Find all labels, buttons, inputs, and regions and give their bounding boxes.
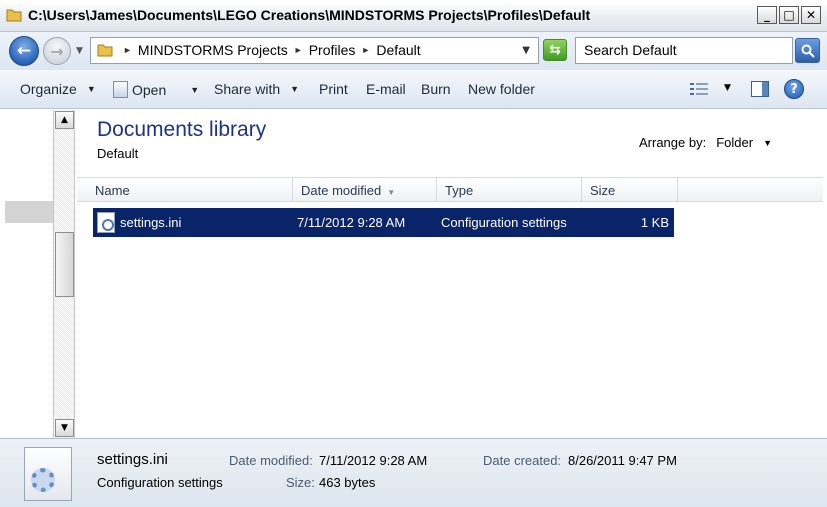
details-date-created-label: Date created: (483, 453, 562, 468)
settings-file-icon (24, 447, 72, 501)
organize-label: Organize (20, 81, 77, 97)
column-type-label: Type (445, 183, 474, 198)
details-size-label: Size: (286, 475, 315, 490)
details-date-modified-label: Date modified: (229, 453, 313, 468)
column-name[interactable]: Name (87, 178, 293, 202)
column-date-label: Date modified (301, 183, 382, 198)
breadcrumb-item[interactable]: Profiles (309, 42, 356, 58)
chevron-down-icon[interactable]: ▼ (763, 138, 772, 148)
arrange-by: Arrange by: Folder ▼ (639, 135, 772, 150)
details-file-type: Configuration settings (97, 475, 223, 490)
minimize-button[interactable]: _ (757, 6, 777, 24)
library-subtitle: Default (97, 146, 139, 161)
window-title: C:\Users\James\Documents\LEGO Creations\… (28, 7, 591, 23)
breadcrumb-item[interactable]: Default (376, 42, 420, 58)
refresh-icon: ⇆ (549, 42, 561, 58)
burn-button[interactable]: Burn (421, 81, 451, 97)
chevron-right-icon[interactable]: ► (294, 45, 303, 55)
scroll-down-button[interactable]: ▼ (55, 419, 74, 437)
folder-icon (97, 44, 113, 57)
folder-icon (6, 9, 22, 22)
scrollbar-thumb[interactable] (55, 232, 74, 297)
chevron-right-icon[interactable]: ► (361, 45, 370, 55)
file-size: 1 KB (640, 215, 669, 230)
arrow-up-icon: ▲ (61, 115, 68, 125)
details-file-name: settings.ini (97, 451, 168, 468)
search-icon (801, 44, 815, 58)
share-with-label: Share with (214, 81, 281, 97)
file-list-pane: Documents library Default Arrange by: Fo… (76, 110, 827, 438)
close-button[interactable]: ✕ (801, 6, 821, 24)
search-box[interactable] (575, 37, 793, 64)
document-icon (113, 81, 128, 98)
gear-icon (31, 468, 55, 492)
new-folder-button[interactable]: New folder (468, 81, 535, 97)
arrow-down-icon: ▼ (61, 423, 68, 433)
sort-arrow-icon: ▼ (387, 188, 396, 197)
nav-scrollbar[interactable]: ▲ ▼ (53, 110, 75, 438)
nav-selected-item[interactable] (5, 201, 53, 223)
address-bar[interactable]: ► MINDSTORMS Projects ► Profiles ► Defau… (90, 37, 539, 64)
column-header: Name Date modified ▼ Type Size (77, 177, 823, 202)
file-type: Configuration settings (441, 215, 567, 230)
window-controls: _ □ ✕ (757, 6, 821, 24)
share-with-menu[interactable]: Share with ▼ (214, 81, 299, 97)
details-pane: settings.ini Configuration settings Date… (0, 438, 827, 507)
column-name-label: Name (95, 183, 130, 198)
forward-button[interactable]: → (43, 37, 71, 65)
details-date-modified: 7/11/2012 9:28 AM (319, 453, 428, 468)
chevron-down-icon[interactable]: ▼ (190, 85, 199, 95)
column-type[interactable]: Type (437, 178, 582, 202)
help-icon[interactable]: ? (784, 79, 804, 99)
settings-file-icon (97, 212, 115, 233)
open-button[interactable]: Open ▼ (113, 81, 199, 98)
back-button[interactable]: ← (9, 36, 39, 66)
arrange-by-label: Arrange by: (639, 135, 707, 150)
details-date-created: 8/26/2011 9:47 PM (568, 453, 677, 468)
view-dropdown[interactable]: ▼ (724, 83, 731, 93)
details-size: 463 bytes (319, 475, 376, 490)
column-size-label: Size (590, 183, 616, 198)
navigation-pane (0, 110, 53, 438)
command-bar: Organize ▼ Open ▼ Share with ▼ Print E-m… (0, 70, 827, 109)
column-size[interactable]: Size (582, 178, 678, 202)
breadcrumb: ► MINDSTORMS Projects ► Profiles ► Defau… (123, 42, 421, 58)
arrange-by-value[interactable]: Folder (716, 135, 753, 150)
file-row[interactable]: settings.ini 7/11/2012 9:28 AM Configura… (93, 208, 674, 237)
chevron-right-icon[interactable]: ► (123, 45, 132, 55)
refresh-button[interactable]: ⇆ (543, 39, 567, 61)
breadcrumb-item[interactable]: MINDSTORMS Projects (138, 42, 288, 58)
arrow-right-icon: → (50, 41, 64, 61)
file-name: settings.ini (120, 215, 182, 230)
library-title: Documents library (97, 118, 267, 141)
arrow-left-icon: ← (16, 41, 32, 61)
recent-pages-dropdown[interactable]: ▼ (76, 46, 83, 56)
scroll-up-button[interactable]: ▲ (55, 111, 74, 129)
preview-pane-icon[interactable] (751, 81, 769, 97)
file-date-modified: 7/11/2012 9:28 AM (297, 215, 406, 230)
column-date-modified[interactable]: Date modified ▼ (293, 178, 437, 202)
address-row: ← → ▼ ► MINDSTORMS Projects ► Profiles ►… (0, 32, 827, 70)
search-input[interactable] (584, 42, 784, 58)
print-button[interactable]: Print (319, 81, 348, 97)
open-label: Open (132, 81, 167, 98)
address-history-dropdown[interactable]: ▼ (522, 45, 530, 56)
title-bar: C:\Users\James\Documents\LEGO Creations\… (0, 0, 827, 32)
chevron-down-icon: ▼ (86, 84, 96, 94)
email-button[interactable]: E-mail (366, 81, 406, 97)
maximize-button[interactable]: □ (779, 6, 799, 24)
search-button[interactable] (795, 38, 820, 63)
chevron-down-icon: ▼ (290, 84, 300, 94)
view-options-icon[interactable] (690, 82, 708, 96)
organize-menu[interactable]: Organize ▼ (20, 81, 96, 97)
